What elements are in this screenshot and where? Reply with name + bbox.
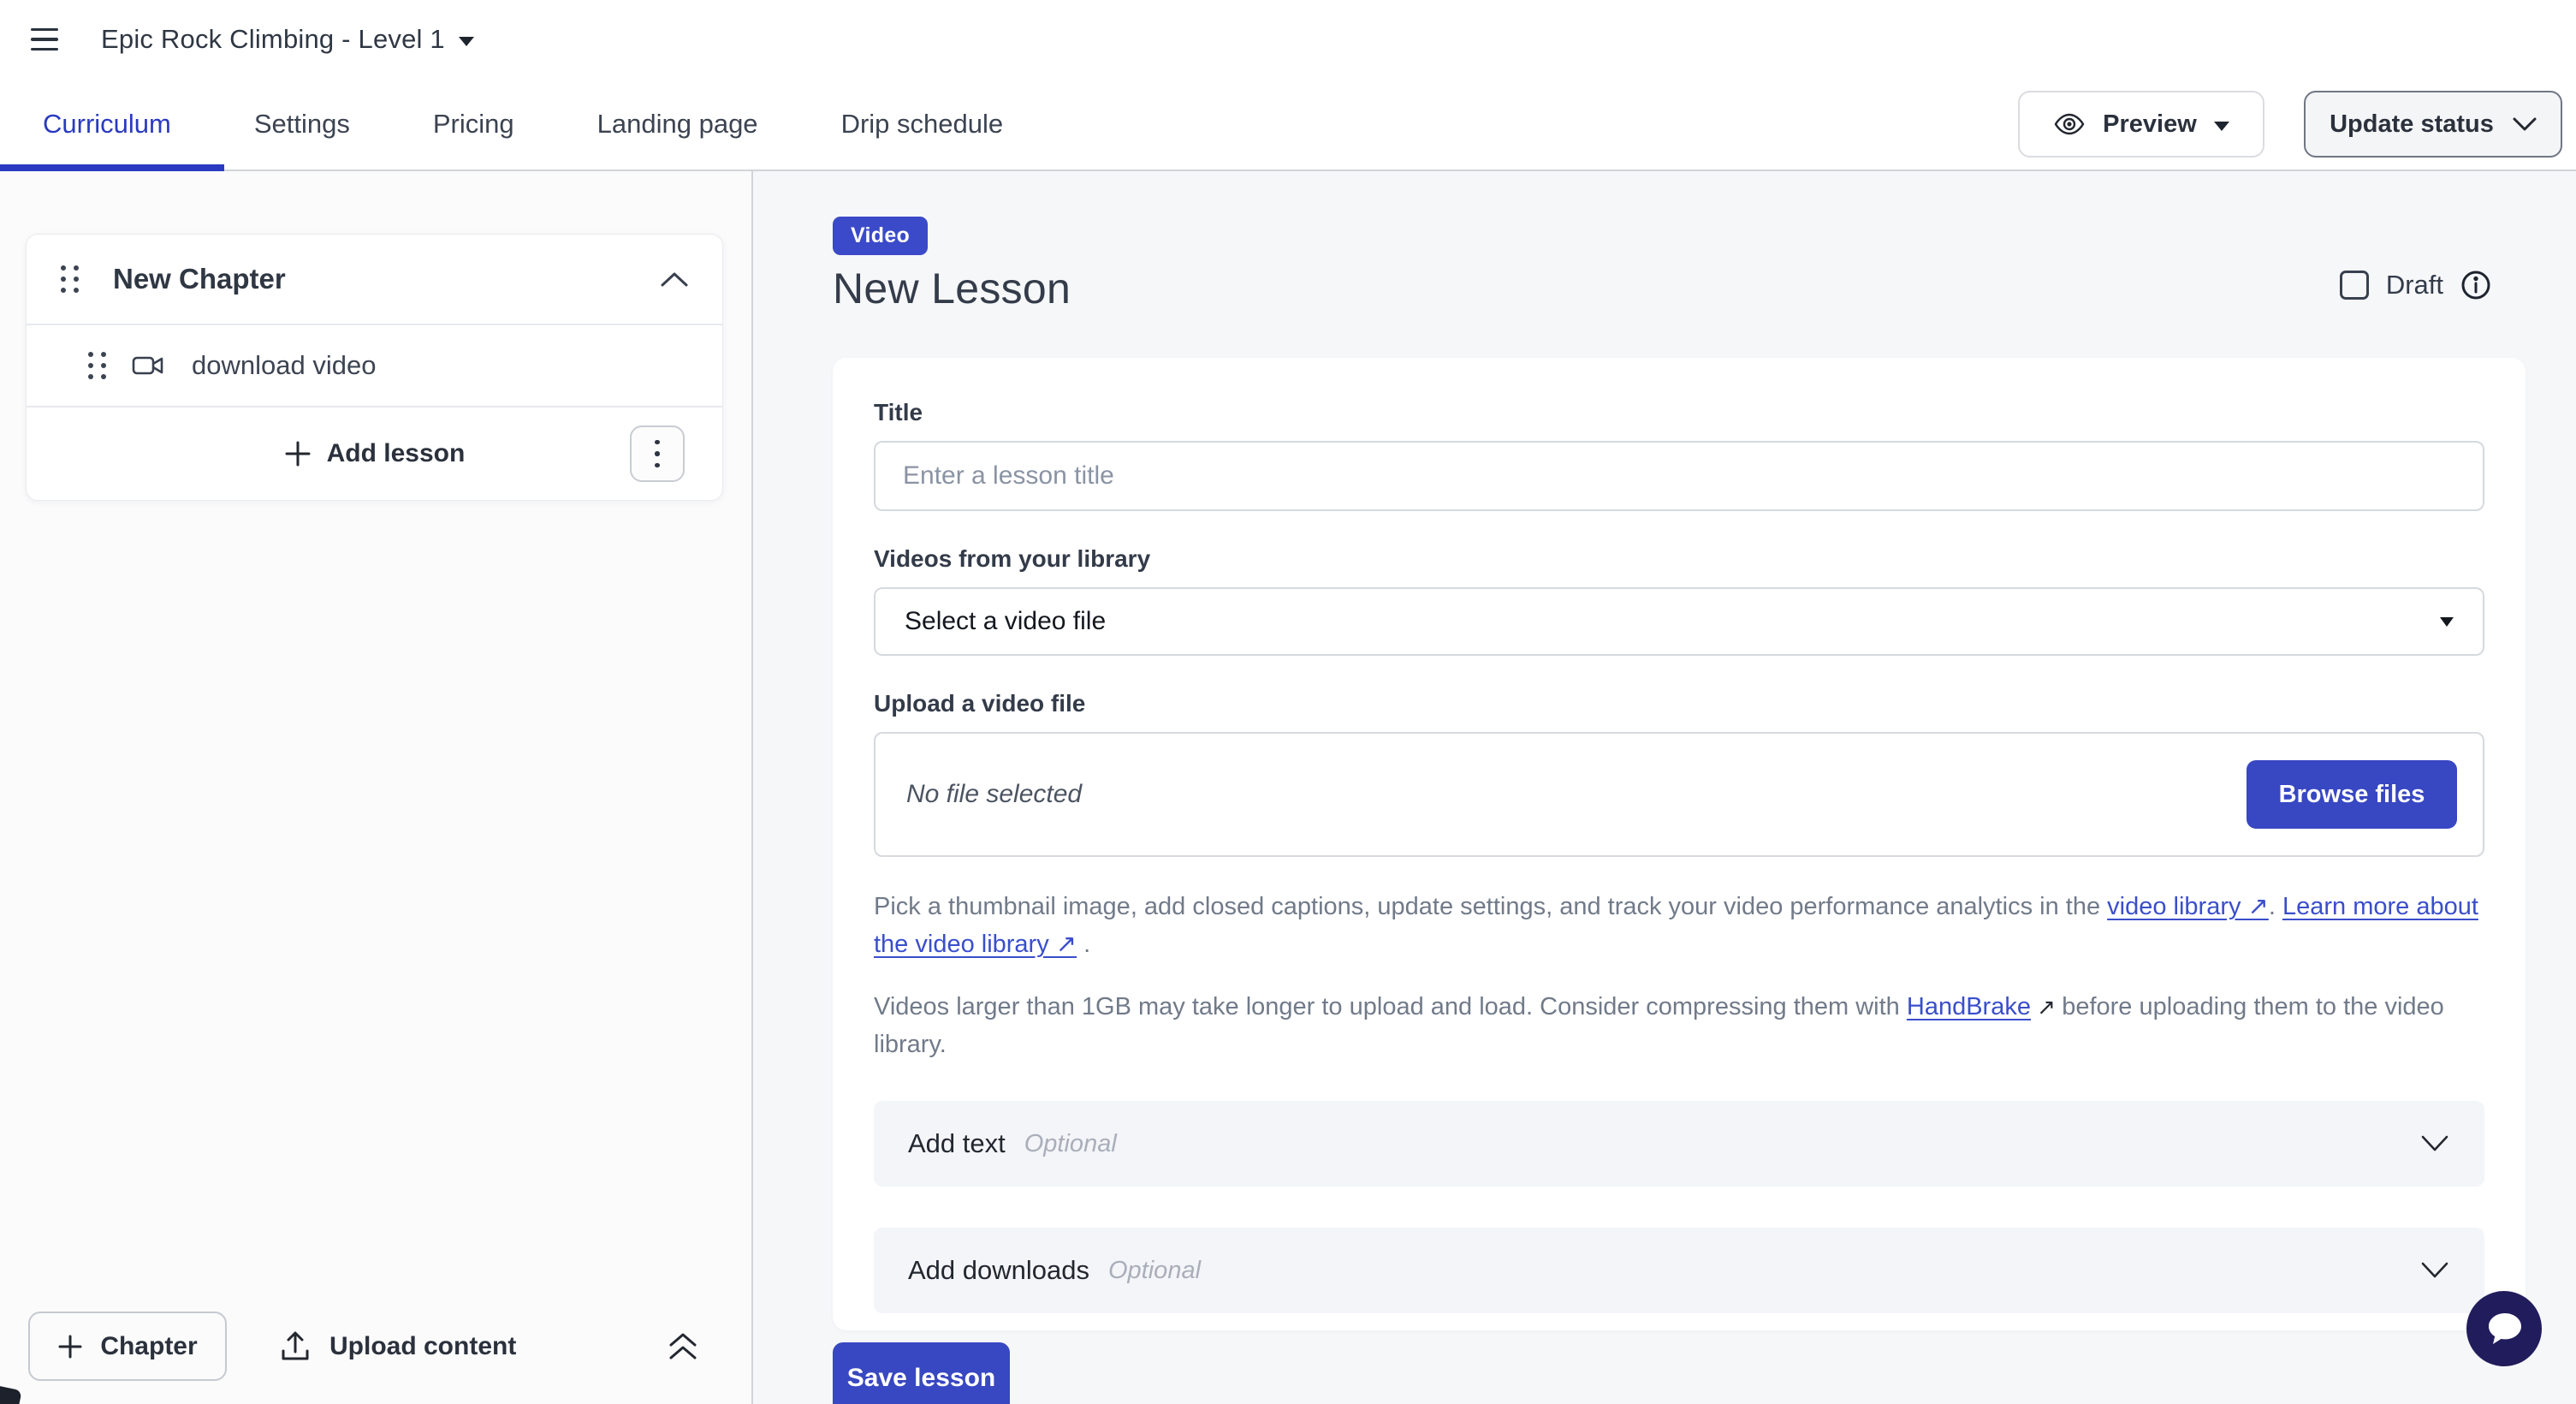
chevron-down-icon	[2421, 1135, 2448, 1152]
video-library-help-text: Pick a thumbnail image, add closed capti…	[874, 888, 2484, 963]
course-switcher[interactable]: Epic Rock Climbing - Level 1	[101, 24, 474, 55]
corner-cutoff-element	[0, 1383, 22, 1404]
file-size-help-text: Videos larger than 1GB may take longer t…	[874, 988, 2484, 1063]
draft-checkbox[interactable]	[2340, 271, 2369, 300]
update-status-label: Update status	[2330, 110, 2494, 139]
content-area: New Chapter download video	[0, 171, 2576, 1404]
handbrake-link[interactable]: HandBrake	[1907, 993, 2031, 1020]
lesson-row[interactable]: download video	[27, 325, 722, 408]
active-tab-underline	[0, 164, 224, 171]
external-link-arrow-icon: ↗	[2031, 994, 2062, 1020]
chat-bubble-icon	[2482, 1306, 2526, 1351]
browse-files-button[interactable]: Browse files	[2247, 760, 2457, 829]
chevron-down-icon	[2513, 117, 2537, 132]
video-library-link[interactable]: video library ↗	[2107, 893, 2269, 920]
tab-drip-schedule[interactable]: Drip schedule	[841, 109, 1004, 140]
lesson-type-badge: Video	[833, 217, 928, 255]
upload-content-button[interactable]: Upload content	[275, 1330, 521, 1364]
hamburger-menu-icon[interactable]	[27, 21, 65, 58]
lesson-title-input[interactable]	[874, 441, 2484, 511]
upload-icon	[280, 1330, 311, 1363]
course-title: Epic Rock Climbing - Level 1	[101, 24, 445, 55]
video-library-select[interactable]: Select a video file	[874, 587, 2484, 656]
help-text: Pick a thumbnail image, add closed capti…	[874, 893, 2107, 920]
tab-pricing[interactable]: Pricing	[433, 109, 514, 140]
help-text: .	[2269, 893, 2282, 920]
chevron-up-icon[interactable]	[661, 272, 688, 287]
accordion-hint: Optional	[1024, 1130, 1117, 1158]
add-lesson-button[interactable]: Add lesson	[279, 438, 471, 469]
chevron-down-icon	[2421, 1262, 2448, 1279]
tab-landing-page[interactable]: Landing page	[597, 109, 758, 140]
add-lesson-label: Add lesson	[327, 439, 466, 468]
library-field-label: Videos from your library	[874, 545, 2484, 573]
eye-icon	[2053, 113, 2086, 135]
chapter-header[interactable]: New Chapter	[27, 235, 722, 325]
info-icon[interactable]	[2460, 270, 2491, 300]
chapter-options-button[interactable]	[630, 425, 685, 482]
chat-widget-button[interactable]	[2466, 1291, 2542, 1366]
add-chapter-label: Chapter	[100, 1332, 197, 1361]
save-lesson-button[interactable]: Save lesson	[833, 1342, 1010, 1404]
tab-curriculum[interactable]: Curriculum	[43, 109, 171, 140]
video-camera-icon	[132, 353, 168, 378]
collapse-all-icon[interactable]	[664, 1328, 702, 1365]
plus-icon	[57, 1334, 83, 1359]
upload-field-label: Upload a video file	[874, 690, 2484, 717]
top-bar: Epic Rock Climbing - Level 1	[0, 0, 2576, 79]
draft-label: Draft	[2386, 270, 2443, 300]
help-text: Videos larger than 1GB may take longer t…	[874, 993, 1907, 1020]
accordion-label: Add text	[908, 1128, 1006, 1159]
update-status-button[interactable]: Update status	[2304, 91, 2562, 158]
caret-down-icon	[2214, 122, 2229, 131]
drag-handle-icon[interactable]	[61, 265, 79, 293]
add-downloads-accordion[interactable]: Add downloads Optional	[874, 1228, 2484, 1313]
plus-icon	[284, 440, 312, 467]
tab-bar: Curriculum Settings Pricing Landing page…	[0, 79, 2576, 171]
select-value: Select a video file	[905, 607, 1106, 636]
upload-content-label: Upload content	[329, 1332, 516, 1361]
accordion-label: Add downloads	[908, 1255, 1089, 1286]
caret-down-icon	[459, 37, 474, 46]
preview-label: Preview	[2103, 110, 2197, 139]
curriculum-sidebar: New Chapter download video	[0, 171, 753, 1404]
chapter-card: New Chapter download video	[26, 234, 723, 501]
help-text: .	[1077, 931, 1090, 958]
sidebar-footer: Chapter Upload content	[28, 1312, 702, 1381]
lesson-row-title: download video	[192, 350, 376, 381]
lesson-form-card: Title Videos from your library Select a …	[833, 358, 2526, 1330]
no-file-text: No file selected	[906, 780, 1082, 809]
preview-button[interactable]: Preview	[2018, 91, 2264, 158]
file-upload-dropzone[interactable]: No file selected Browse files	[874, 732, 2484, 857]
accordion-hint: Optional	[1108, 1257, 1201, 1285]
tab-settings[interactable]: Settings	[254, 109, 350, 140]
title-field-label: Title	[874, 399, 2484, 426]
tab-actions: Preview Update status	[2018, 91, 2576, 158]
lesson-editor: Video New Lesson Draft Title Videos from…	[753, 171, 2576, 1404]
page-title: New Lesson	[833, 264, 2526, 313]
drag-handle-icon[interactable]	[88, 352, 106, 379]
chapter-footer: Add lesson	[27, 408, 722, 500]
add-chapter-button[interactable]: Chapter	[28, 1312, 227, 1381]
tabs: Curriculum Settings Pricing Landing page…	[0, 109, 1003, 140]
add-text-accordion[interactable]: Add text Optional	[874, 1101, 2484, 1187]
chapter-title: New Chapter	[113, 263, 286, 295]
caret-down-icon	[2440, 617, 2454, 627]
lesson-header: Video New Lesson Draft	[833, 217, 2526, 313]
draft-toggle: Draft	[2340, 270, 2491, 300]
